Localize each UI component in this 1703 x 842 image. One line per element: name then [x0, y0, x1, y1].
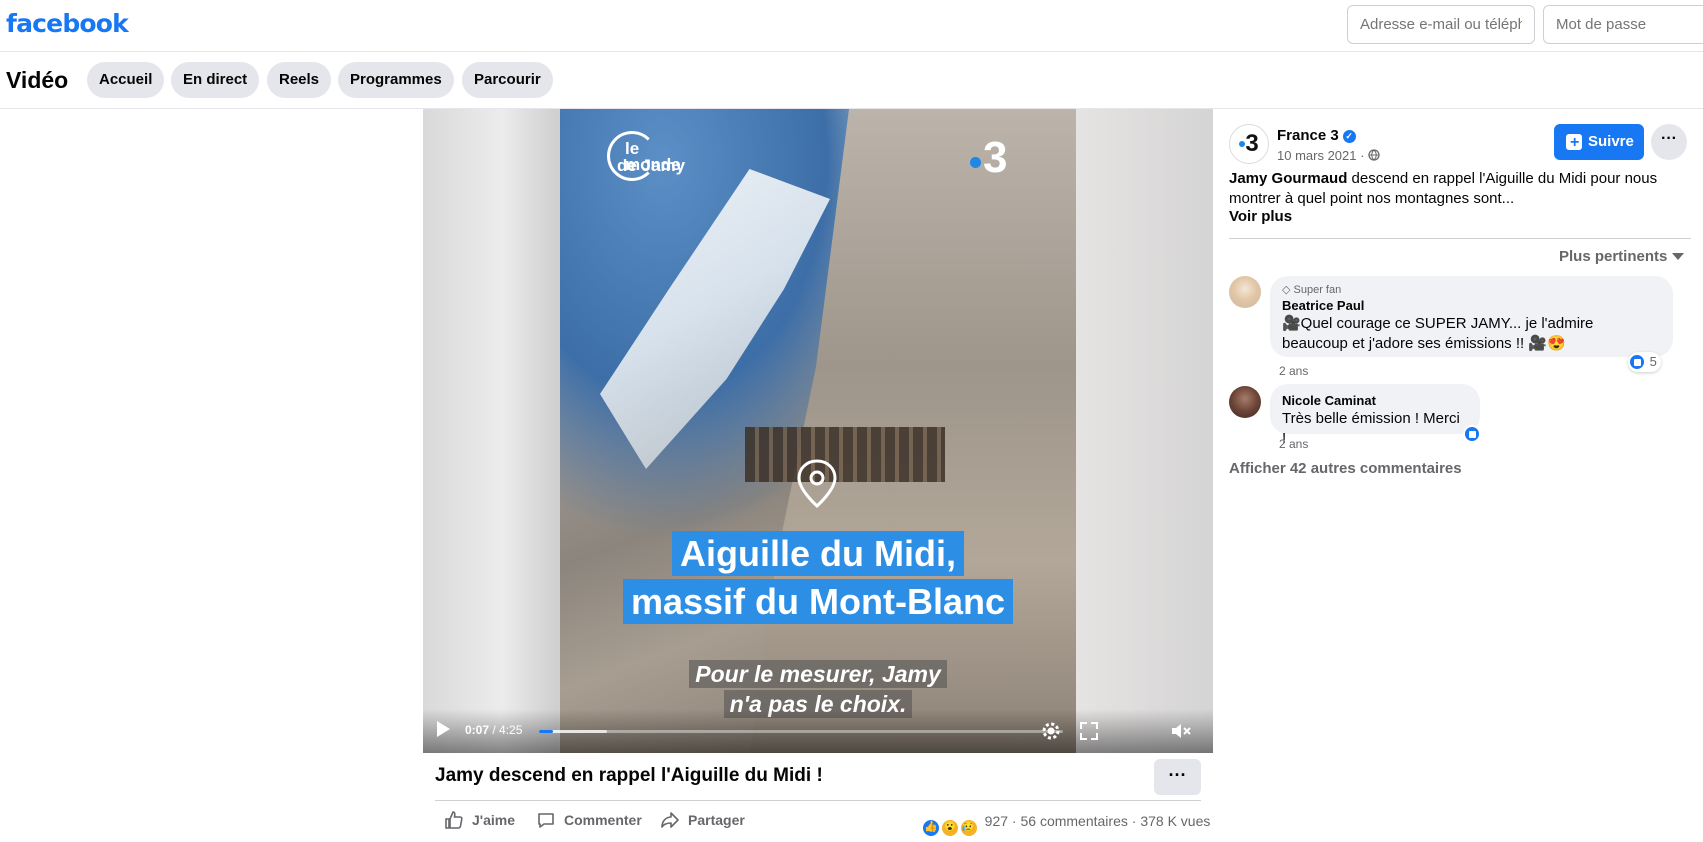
divider: [435, 800, 1201, 801]
avatar[interactable]: [1229, 276, 1261, 308]
time-display: 0:07 / 4:25: [465, 723, 523, 737]
subtitle-line-1: Pour le mesurer, Jamy: [560, 660, 1076, 688]
like-reaction-icon: [1463, 425, 1481, 443]
comment-count[interactable]: 56 commentaires: [1020, 813, 1127, 829]
video-frame: le monde de Jamy 3 Aiguille du Midi, mas…: [560, 109, 1076, 753]
post-stats: 👍 😮 😥 927 · 56 commentaires · 378 K vues: [922, 813, 1210, 837]
france3-logo: 3: [970, 133, 1007, 183]
video-controls: 0:07 / 4:25: [423, 709, 1213, 753]
facebook-logo[interactable]: facebook: [6, 9, 129, 38]
settings-gear-icon[interactable]: [1039, 719, 1063, 743]
page-avatar[interactable]: 3: [1229, 124, 1269, 164]
commenter-name[interactable]: Nicole Caminat: [1282, 393, 1468, 408]
reaction-count[interactable]: 927: [985, 813, 1008, 829]
comment-bubble: Nicole Caminat Très belle émission ! Mer…: [1270, 384, 1480, 447]
tab-parcourir[interactable]: Parcourir: [462, 62, 553, 98]
caret-down-icon: [1672, 253, 1685, 260]
globe-icon: [1368, 149, 1380, 161]
caption-line-1: Aiguille du Midi,: [560, 531, 1076, 576]
location-pin-icon: [797, 459, 837, 509]
sad-reaction-icon: 😥: [959, 819, 978, 837]
le-monde-de-jamy-logo: le monde de Jamy: [607, 131, 697, 191]
follow-icon: [1566, 125, 1582, 161]
email-field[interactable]: [1347, 5, 1535, 44]
like-reaction-icon: 👍: [922, 819, 940, 837]
progress-bar[interactable]: [539, 730, 1063, 733]
play-icon[interactable]: [437, 721, 450, 737]
post-panel: 3 France 3✓ 10 mars 2021 · Suivre ··· Ja…: [1213, 109, 1703, 842]
see-more-link[interactable]: Voir plus: [1229, 208, 1292, 225]
video-nav: Vidéo Accueil En direct Reels Programmes…: [0, 52, 1703, 109]
comment-sort-dropdown[interactable]: Plus pertinents: [1559, 248, 1685, 265]
password-field[interactable]: [1543, 5, 1703, 44]
snow-ridge: [600, 169, 830, 469]
comment-icon: [538, 813, 554, 828]
page-name[interactable]: France 3 ✓: [1277, 127, 1356, 144]
tab-reels[interactable]: Reels: [267, 62, 332, 98]
wow-reaction-icon: 😮: [940, 819, 959, 837]
show-more-comments-link[interactable]: Afficher 42 autres commentaires: [1229, 460, 1462, 477]
gallery-bridge: [745, 427, 945, 482]
post-date[interactable]: 10 mars 2021 ·: [1277, 148, 1380, 163]
verified-badge-icon: ✓: [1342, 130, 1356, 143]
fullscreen-icon[interactable]: [1077, 719, 1101, 743]
comment-time[interactable]: 2 ans: [1279, 437, 1308, 451]
section-title: Vidéo: [6, 67, 69, 93]
top-bar: facebook: [0, 0, 1703, 52]
view-count: 378 K vues: [1140, 813, 1211, 829]
commenter-name[interactable]: Beatrice Paul: [1282, 298, 1661, 313]
thumbs-up-icon: [445, 811, 463, 829]
video-more-button[interactable]: ···: [1154, 759, 1201, 795]
avatar[interactable]: [1229, 386, 1261, 418]
post-more-button[interactable]: ···: [1651, 124, 1687, 160]
tab-programmes[interactable]: Programmes: [338, 62, 454, 98]
comment-reaction-count[interactable]: 5: [1628, 352, 1661, 372]
mute-icon[interactable]: [1169, 719, 1193, 743]
comment-time[interactable]: 2 ans: [1279, 364, 1308, 378]
tab-accueil[interactable]: Accueil: [87, 62, 165, 98]
comment-reaction[interactable]: [1463, 425, 1481, 443]
caption-line-2: massif du Mont-Blanc: [560, 579, 1076, 624]
share-icon: [661, 812, 679, 828]
progress-fill: [539, 730, 553, 733]
comment-text: Très belle émission ! Merci !: [1282, 410, 1460, 447]
video-player[interactable]: le monde de Jamy 3 Aiguille du Midi, mas…: [423, 109, 1213, 753]
like-reaction-icon: [1628, 353, 1646, 371]
super-fan-badge: ◇ Super fan: [1282, 284, 1342, 296]
follow-button[interactable]: Suivre: [1554, 124, 1644, 161]
video-title: Jamy descend en rappel l'Aiguille du Mid…: [435, 765, 823, 786]
post-description: Jamy Gourmaud descend en rappel l'Aiguil…: [1229, 170, 1658, 207]
comment-text: 🎥Quel courage ce SUPER JAMY... je l'admi…: [1282, 315, 1594, 352]
author-link[interactable]: Jamy Gourmaud: [1229, 170, 1347, 187]
tab-en-direct[interactable]: En direct: [171, 62, 260, 98]
divider: [1229, 238, 1691, 239]
comment-bubble: ◇ Super fan Beatrice Paul 🎥Quel courage …: [1270, 276, 1673, 357]
